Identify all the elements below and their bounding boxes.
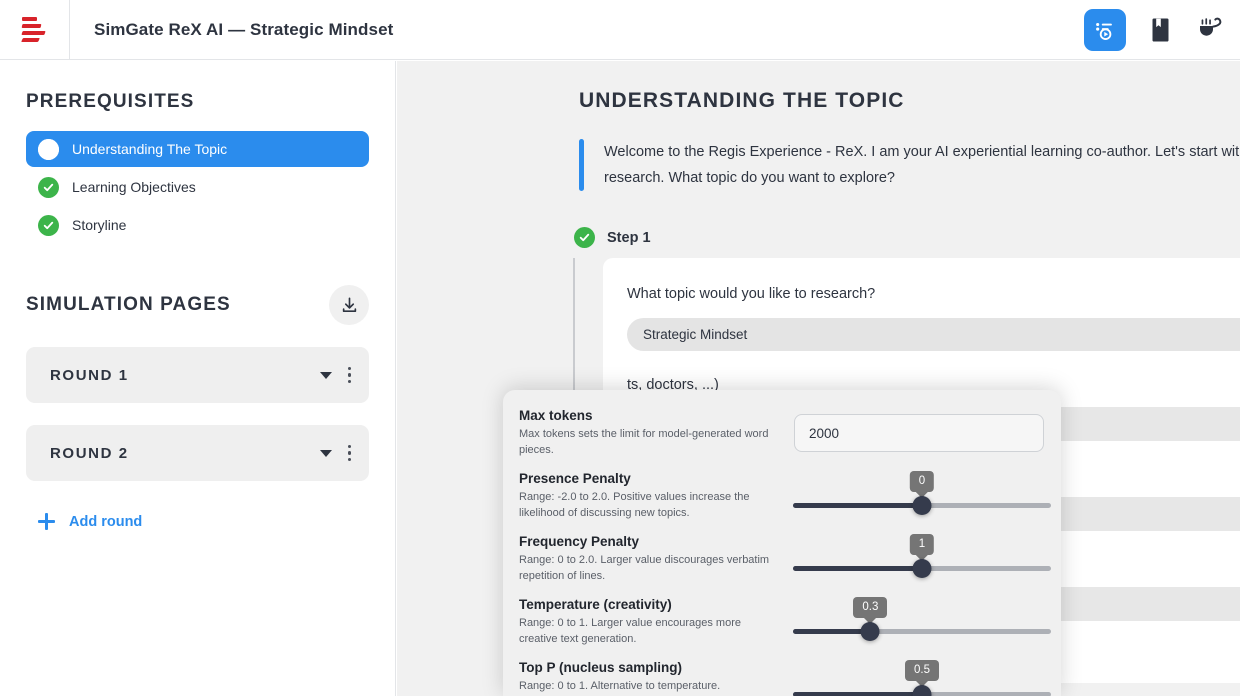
app-root: SimGate ReX AI — Strategic Mindset PRERE… [0,0,1240,696]
model-settings-panel: Max tokens Max tokens sets the limit for… [503,390,1061,696]
step-label: Step 1 [607,229,651,246]
slider-thumb[interactable] [860,622,880,641]
playlist-icon [1096,22,1112,40]
prerequisites-section: PREREQUISITES Understanding The Topic Le… [26,61,369,243]
slider-value-bubble: 0.5 [905,660,939,681]
setting-description: Range: 0 to 2.0. Larger value discourage… [519,554,770,582]
slider-thumb[interactable] [912,685,932,696]
add-round-button[interactable]: Add round [26,513,369,530]
setting-control: 2000 [793,408,1045,458]
topic-input[interactable]: Strategic Mindset [627,318,1240,351]
setting-text: Max tokens Max tokens sets the limit for… [519,408,781,458]
download-button[interactable] [329,285,369,325]
check-circle-icon [38,138,59,160]
logo-container [0,0,70,60]
sidebar-item-understanding-the-topic[interactable]: Understanding The Topic [26,131,369,167]
sidebar-item-storyline[interactable]: Storyline [26,207,369,243]
callout-accent-bar [579,139,584,191]
top-bar: SimGate ReX AI — Strategic Mindset [0,0,1240,60]
setting-control: 0 [793,471,1051,521]
round-card-1[interactable]: ROUND 1 [26,347,369,403]
more-options-icon[interactable] [346,365,354,386]
regis-logo-icon [20,15,48,45]
setting-temperature: Temperature (creativity) Range: 0 to 1. … [519,597,1051,647]
top-bar-actions [1084,8,1240,51]
sidebar-item-label: Storyline [72,217,127,233]
temperature-slider[interactable]: 0.3 [793,597,1051,647]
setting-description: Range: 0 to 1. Alternative to temperatur… [519,680,721,692]
topic-question-label: What topic would you like to research? [627,286,876,302]
slider-value-bubble: 0.3 [853,597,888,618]
download-icon [342,297,356,312]
step-1-header: Step 1 [574,227,1240,248]
presence-penalty-slider[interactable]: 0 [793,471,1051,521]
sidebar-item-label: Understanding The Topic [72,141,228,157]
round-label: ROUND 2 [50,444,129,462]
setting-title: Top P (nucleus sampling) [519,660,683,675]
main-heading: UNDERSTANDING THE TOPIC [579,89,905,112]
sidebar-item-label: Learning Objectives [72,179,196,195]
setting-control: 0.5 [793,660,1051,696]
slider-value-bubble: 1 [909,534,935,555]
mug-icon-button[interactable] [1194,11,1226,49]
slider-value-bubble: 0 [909,471,935,492]
max-tokens-input[interactable]: 2000 [794,414,1044,452]
slider-fill [793,503,922,508]
setting-title: Temperature (creativity) [519,597,672,612]
welcome-text: Welcome to the Regis Experience - ReX. I… [604,144,1240,186]
more-options-icon[interactable] [346,443,354,464]
book-icon-button[interactable] [1144,11,1176,49]
setting-text: Temperature (creativity) Range: 0 to 1. … [519,597,781,647]
slider-fill [793,629,871,634]
slider-fill [793,692,922,696]
setting-top-p: Top P (nucleus sampling) Range: 0 to 1. … [519,660,1051,696]
setting-description: Range: 0 to 1. Larger value encourages m… [519,617,741,645]
setting-presence-penalty: Presence Penalty Range: -2.0 to 2.0. Pos… [519,471,1051,521]
slider-track[interactable] [793,629,1051,634]
setting-title: Max tokens [519,408,593,423]
simulation-pages-heading: SIMULATION PAGES [26,294,231,315]
frequency-penalty-slider[interactable]: 1 [793,534,1051,584]
setting-text: Frequency Penalty Range: 0 to 2.0. Large… [519,534,781,584]
top-p-slider[interactable]: 0.5 [793,660,1051,696]
slider-fill [793,566,922,571]
round-label: ROUND 1 [50,366,129,384]
slider-thumb[interactable] [912,496,932,515]
round-tools [319,365,354,386]
setting-description: Max tokens sets the limit for model-gene… [519,428,769,456]
slider-thumb[interactable] [912,559,932,578]
prerequisites-heading: PREREQUISITES [26,91,195,112]
plus-icon [38,513,55,530]
setting-description: Range: -2.0 to 2.0. Positive values incr… [519,491,750,519]
setting-control: 0.3 [793,597,1051,647]
chevron-down-icon[interactable] [319,449,332,457]
prerequisites-list: Understanding The Topic Learning Objecti… [26,131,369,243]
setting-text: Presence Penalty Range: -2.0 to 2.0. Pos… [519,471,781,521]
mug-icon [1200,17,1222,36]
round-card-2[interactable]: ROUND 2 [26,425,369,481]
chevron-down-icon[interactable] [319,371,332,379]
sidebar-item-learning-objectives[interactable]: Learning Objectives [26,169,369,205]
simulation-pages-section-header: SIMULATION PAGES [26,285,369,325]
setting-max-tokens: Max tokens Max tokens sets the limit for… [519,408,1045,458]
setting-control: 1 [793,534,1051,584]
check-circle-icon [574,227,595,248]
setting-title: Presence Penalty [519,471,631,486]
setting-text: Top P (nucleus sampling) Range: 0 to 1. … [519,660,781,696]
round-tools [319,443,354,464]
add-round-label: Add round [69,513,143,530]
check-circle-icon [38,214,59,236]
topic-input-value: Strategic Mindset [643,327,748,342]
setting-frequency-penalty: Frequency Penalty Range: 0 to 2.0. Large… [519,534,1051,584]
page-title: SimGate ReX AI — Strategic Mindset [94,19,394,39]
playlist-icon-button[interactable] [1084,8,1126,51]
welcome-callout: Welcome to the Regis Experience - ReX. I… [579,139,1240,191]
setting-title: Frequency Penalty [519,534,640,549]
check-circle-icon [38,176,59,198]
max-tokens-value: 2000 [809,425,840,441]
left-sidebar: PREREQUISITES Understanding The Topic Le… [0,61,396,696]
book-icon [1152,18,1168,41]
